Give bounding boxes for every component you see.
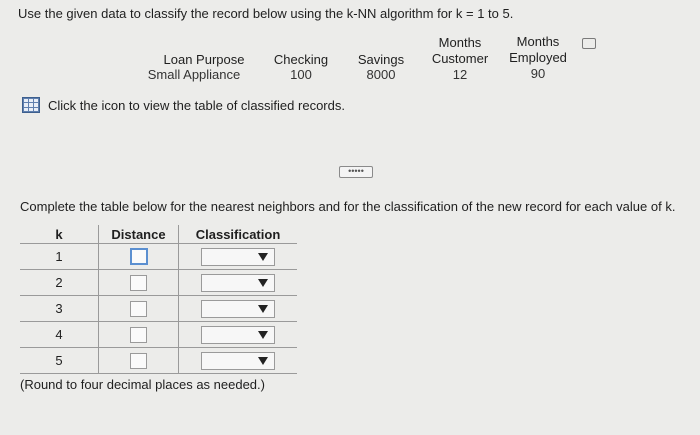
question-prompt: Use the given data to classify the recor… xyxy=(18,6,514,21)
header-months-customer-line1: Months xyxy=(438,35,482,50)
knn-table: k Distance Classification 1 2 3 4 5 xyxy=(20,225,297,374)
table-grid-icon[interactable] xyxy=(22,97,40,113)
table-row: 2 xyxy=(20,269,297,296)
classification-cell xyxy=(178,295,297,322)
classification-cell xyxy=(178,269,297,296)
table-row: 4 xyxy=(20,321,297,348)
col-classification-header: Classification xyxy=(178,225,297,244)
rounding-note: (Round to four decimal places as needed.… xyxy=(20,377,265,392)
complete-instruction: Complete the table below for the nearest… xyxy=(20,199,676,214)
distance-cell xyxy=(98,321,179,348)
table-row: 3 xyxy=(20,295,297,322)
classification-dropdown[interactable] xyxy=(201,273,275,292)
distance-input[interactable] xyxy=(130,274,147,291)
distance-input[interactable] xyxy=(129,248,148,266)
table-row: 5 xyxy=(20,347,297,374)
expand-ellipsis-button[interactable]: ••••• xyxy=(339,166,373,178)
k-cell: 4 xyxy=(20,321,99,348)
classification-cell xyxy=(178,243,297,270)
distance-cell xyxy=(98,347,179,374)
distance-input[interactable] xyxy=(130,300,147,317)
distance-input[interactable] xyxy=(130,352,147,369)
distance-input[interactable] xyxy=(130,326,147,343)
classification-dropdown[interactable] xyxy=(201,299,275,318)
triangle-down-icon xyxy=(258,356,268,365)
k-cell: 5 xyxy=(20,347,99,374)
header-months-employed-line2: Employed xyxy=(509,50,567,65)
triangle-down-icon xyxy=(258,304,268,313)
click-icon-instruction: Click the icon to view the table of clas… xyxy=(48,98,345,113)
header-loan-purpose: Loan Purpose xyxy=(163,52,245,67)
distance-cell xyxy=(98,295,179,322)
triangle-down-icon xyxy=(258,330,268,339)
table-header-row: k Distance Classification xyxy=(20,225,297,244)
header-savings: Savings xyxy=(357,52,405,67)
print-icon[interactable] xyxy=(582,38,596,49)
triangle-down-icon xyxy=(258,252,268,261)
classification-dropdown[interactable] xyxy=(201,247,275,266)
classification-cell xyxy=(178,347,297,374)
distance-cell xyxy=(98,269,179,296)
distance-cell xyxy=(98,243,179,270)
classification-dropdown[interactable] xyxy=(201,325,275,344)
col-k-header: k xyxy=(20,225,99,244)
k-cell: 2 xyxy=(20,269,99,296)
triangle-down-icon xyxy=(258,278,268,287)
value-months-customer: 12 xyxy=(452,67,468,82)
k-cell: 3 xyxy=(20,295,99,322)
header-months-customer-line2: Customer xyxy=(431,51,489,66)
table-row: 1 xyxy=(20,243,297,270)
col-distance-header: Distance xyxy=(98,225,179,244)
classification-cell xyxy=(178,321,297,348)
value-savings: 8000 xyxy=(366,67,396,82)
value-months-employed: 90 xyxy=(530,66,546,81)
k-cell: 1 xyxy=(20,243,99,270)
value-checking: 100 xyxy=(290,67,312,82)
classification-dropdown[interactable] xyxy=(201,351,275,370)
header-months-employed-line1: Months xyxy=(516,34,560,49)
value-loan-purpose: Small Appliance xyxy=(147,67,241,82)
header-checking: Checking xyxy=(273,52,329,67)
